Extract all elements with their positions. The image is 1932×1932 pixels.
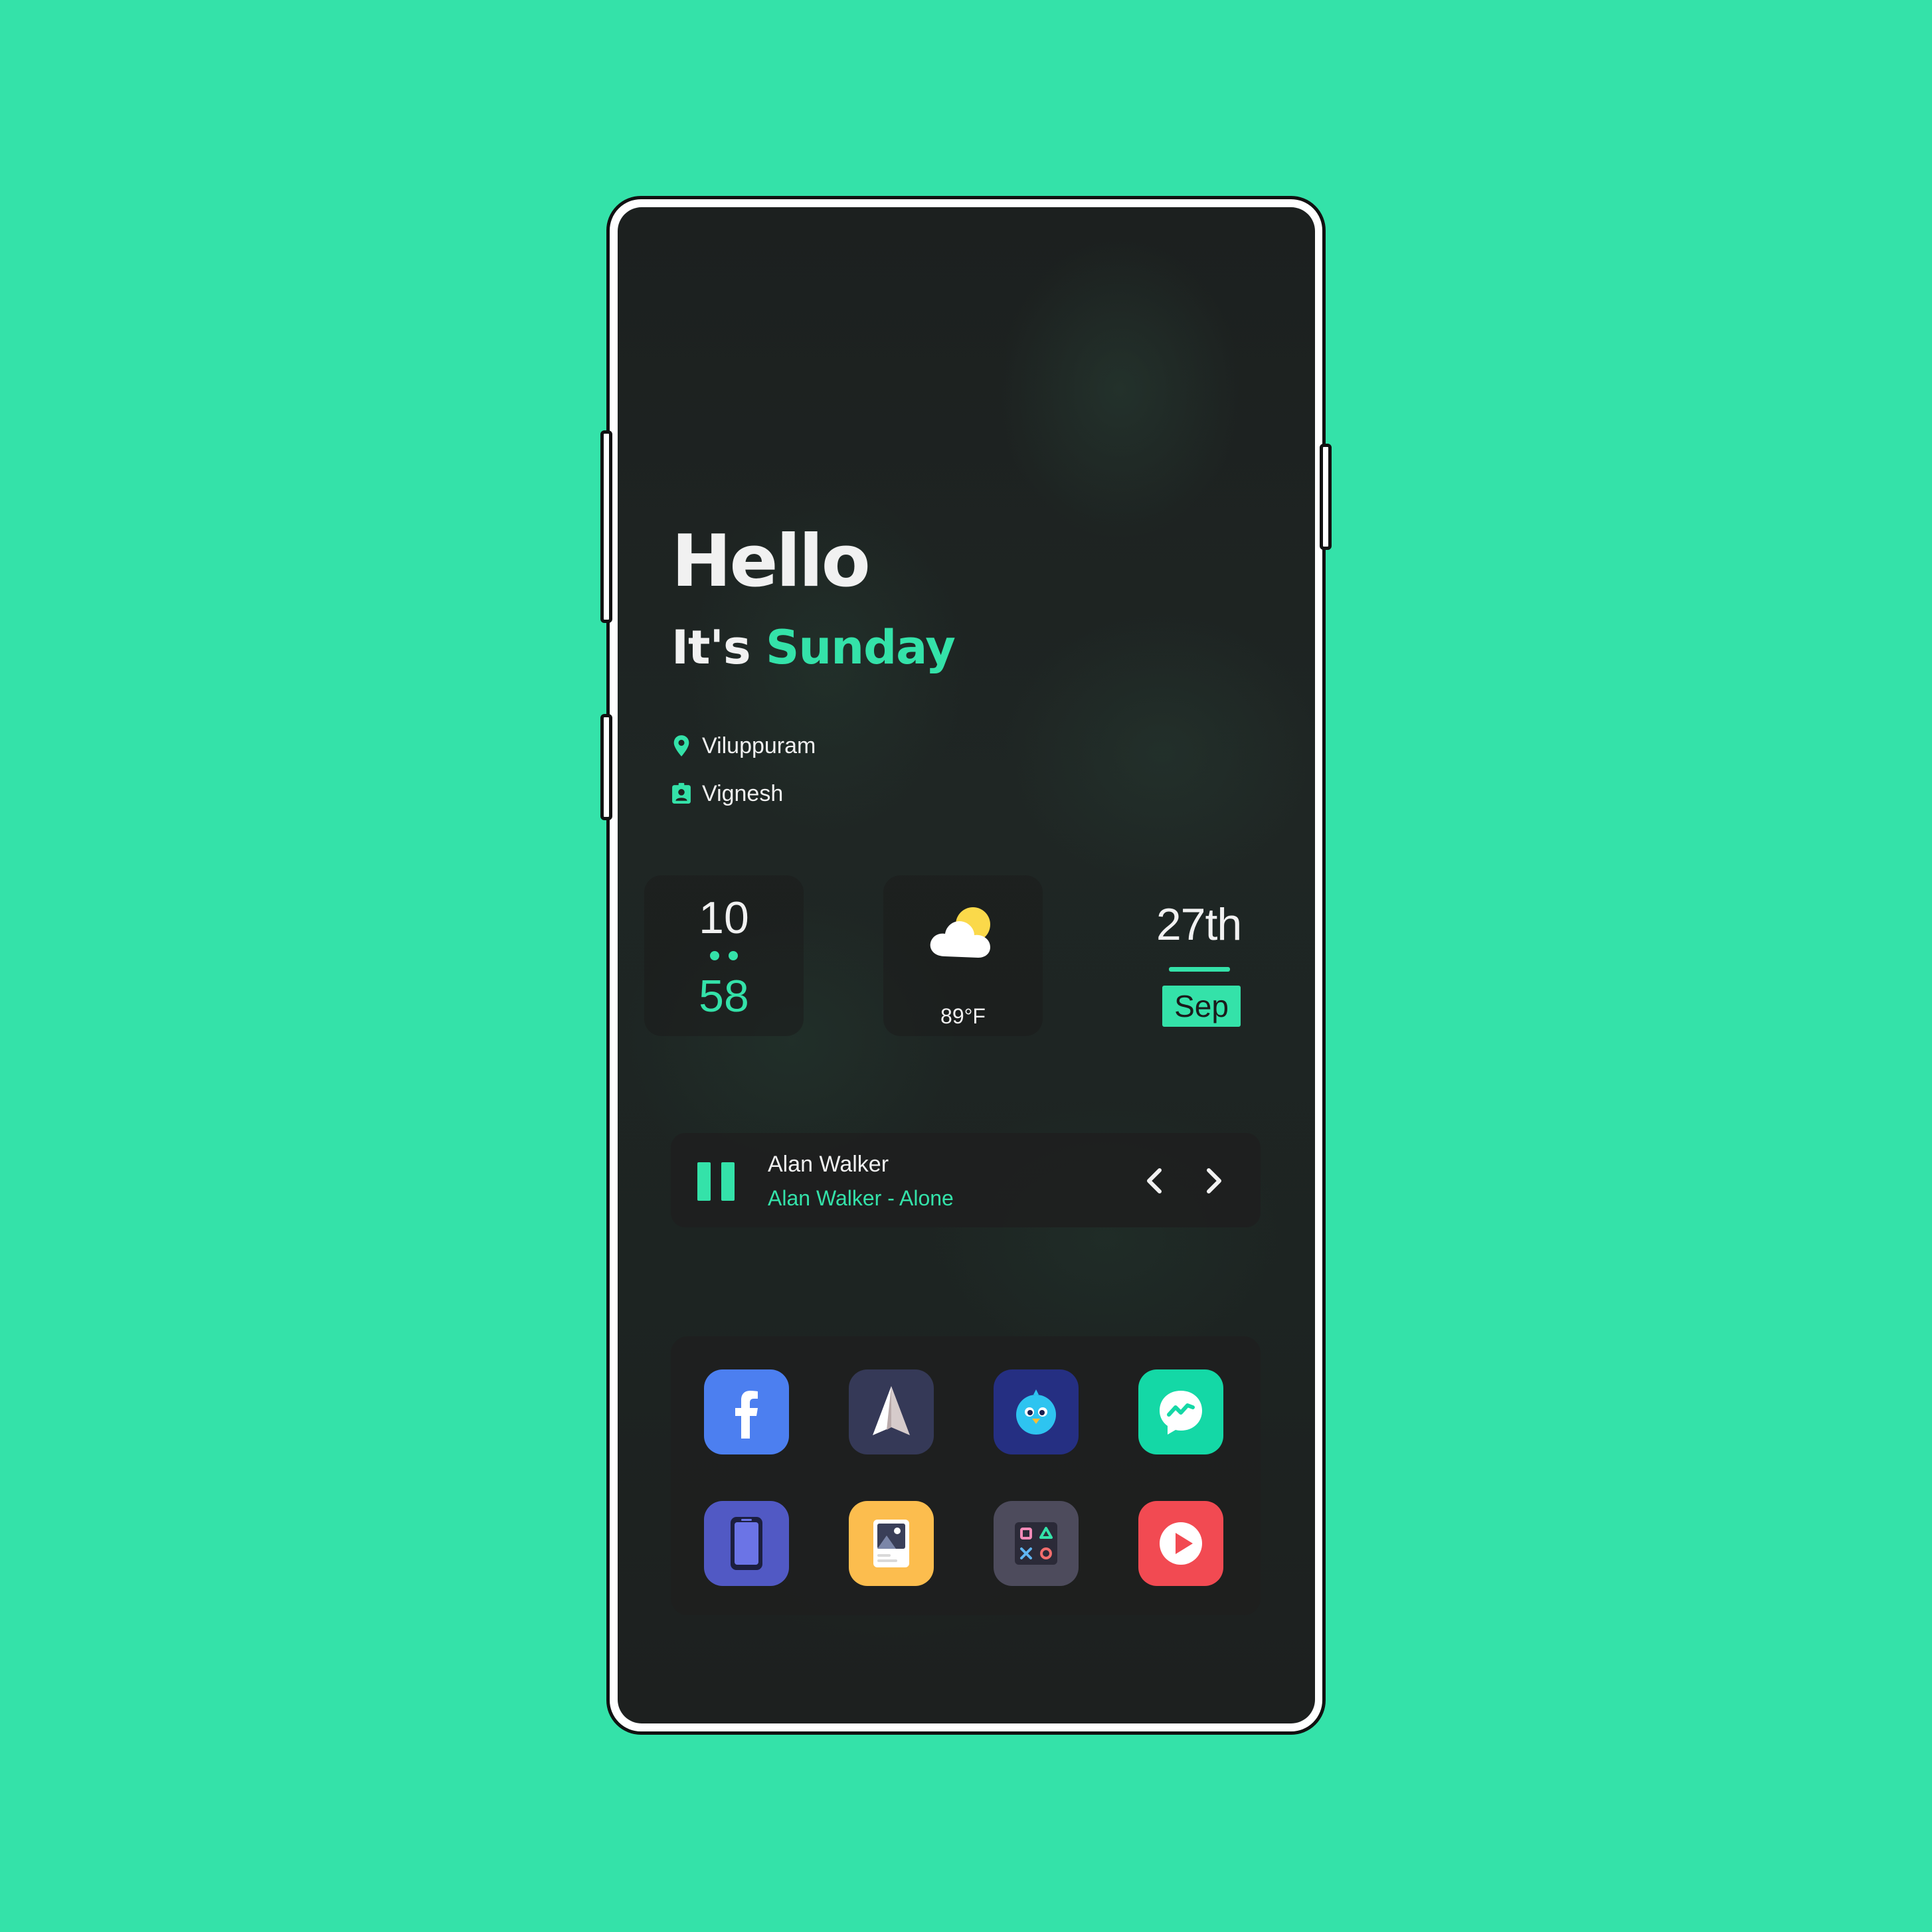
pause-button[interactable] bbox=[697, 1162, 735, 1201]
video-player-app-icon[interactable] bbox=[1138, 1501, 1223, 1586]
bixby-button bbox=[600, 714, 612, 820]
phone-app-icon[interactable] bbox=[704, 1501, 789, 1586]
messenger-icon bbox=[1160, 1391, 1202, 1435]
day-name: Sunday bbox=[765, 620, 956, 675]
home-screen: Hello It's Sunday Viluppuram Vignesh 10 … bbox=[618, 207, 1315, 1723]
volume-button bbox=[600, 430, 612, 623]
day-prefix: It's bbox=[671, 620, 751, 675]
play-icon bbox=[1160, 1522, 1202, 1565]
phone-icon bbox=[731, 1517, 762, 1570]
temperature-label: 89°F bbox=[940, 1004, 986, 1028]
clock-separator bbox=[644, 951, 804, 960]
power-button bbox=[1320, 444, 1332, 550]
partly-cloudy-icon bbox=[930, 907, 990, 958]
location-label: Viluppuram bbox=[702, 733, 816, 758]
bird-icon bbox=[1016, 1389, 1056, 1435]
track-artist: Alan Walker bbox=[768, 1152, 889, 1177]
messenger-app-icon[interactable] bbox=[1138, 1369, 1223, 1454]
track-title: Alan Walker - Alone bbox=[768, 1186, 954, 1210]
gallery-app-icon[interactable] bbox=[849, 1501, 934, 1586]
date-divider bbox=[1169, 967, 1230, 972]
music-player: Alan Walker Alan Walker - Alone bbox=[671, 1133, 1261, 1227]
user-badge-icon bbox=[672, 782, 691, 804]
bird-app-icon[interactable] bbox=[994, 1369, 1079, 1454]
location-pin-icon bbox=[673, 735, 689, 756]
user-row: Vignesh bbox=[671, 782, 783, 805]
clock-minute: 58 bbox=[699, 971, 749, 1021]
clock-hour: 10 bbox=[699, 893, 749, 943]
greeting-day: It's Sunday bbox=[671, 624, 956, 671]
facebook-icon bbox=[735, 1391, 758, 1439]
paper-plane-app-icon[interactable] bbox=[849, 1369, 934, 1454]
weather-widget[interactable]: 89°F bbox=[883, 875, 1043, 1036]
date-month: Sep bbox=[1162, 986, 1241, 1027]
paper-plane-icon bbox=[873, 1386, 910, 1435]
gamepad-icon bbox=[1015, 1522, 1057, 1565]
next-track-icon[interactable] bbox=[1195, 1162, 1233, 1199]
games-app-icon[interactable] bbox=[994, 1501, 1079, 1586]
location-row: Viluppuram bbox=[671, 735, 816, 757]
previous-track-icon[interactable] bbox=[1136, 1162, 1173, 1199]
clock-widget[interactable]: 10 58 bbox=[644, 875, 804, 1036]
app-dock bbox=[671, 1336, 1261, 1615]
date-day: 27th bbox=[1156, 899, 1242, 950]
date-widget[interactable]: 27th Sep bbox=[1102, 875, 1295, 1036]
gallery-icon bbox=[873, 1520, 909, 1567]
user-label: Vignesh bbox=[702, 781, 784, 806]
facebook-app-icon[interactable] bbox=[704, 1369, 789, 1454]
greeting-title: Hello bbox=[671, 520, 871, 603]
